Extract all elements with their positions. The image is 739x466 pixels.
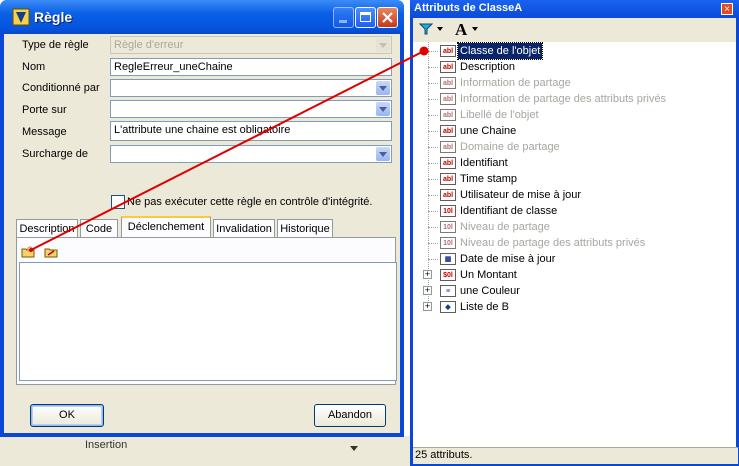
annotation-arrow — [29, 46, 429, 252]
